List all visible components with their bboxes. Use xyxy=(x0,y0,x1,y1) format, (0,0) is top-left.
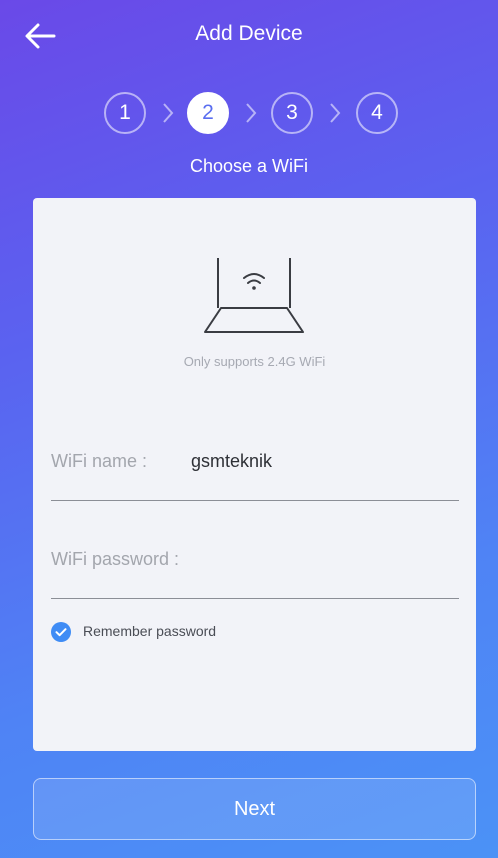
step-3: 3 xyxy=(271,92,313,134)
top-bar: Add Device xyxy=(0,0,498,72)
wifi-name-value[interactable]: gsmteknik xyxy=(191,450,272,472)
step-1: 1 xyxy=(104,92,146,134)
wifi-name-label: WiFi name : xyxy=(51,451,148,471)
router-wifi-icon xyxy=(204,258,304,333)
next-button[interactable]: Next xyxy=(33,778,476,840)
support-note: Only supports 2.4G WiFi xyxy=(183,354,326,369)
remember-password-label: Remember password xyxy=(83,623,217,639)
chevron-right-icon xyxy=(246,103,257,123)
step-4: 4 xyxy=(356,92,398,134)
wifi-password-field[interactable]: WiFi password : xyxy=(51,548,459,599)
checkmark-circle-icon xyxy=(51,622,71,642)
remember-password-checkbox[interactable]: Remember password xyxy=(51,622,351,644)
wifi-name-field[interactable]: WiFi name : gsmteknik xyxy=(51,450,459,501)
step-2: 2 xyxy=(187,92,229,134)
page-title: Add Device xyxy=(195,22,303,45)
step-indicator: 1 2 3 4 xyxy=(0,92,498,142)
wifi-form-card: Only supports 2.4G WiFi WiFi name : gsmt… xyxy=(33,198,476,751)
step-subtitle: Choose a WiFi xyxy=(189,156,309,176)
chevron-right-icon xyxy=(330,103,341,123)
chevron-right-icon xyxy=(163,103,174,123)
wifi-password-label: WiFi password : xyxy=(51,549,180,569)
